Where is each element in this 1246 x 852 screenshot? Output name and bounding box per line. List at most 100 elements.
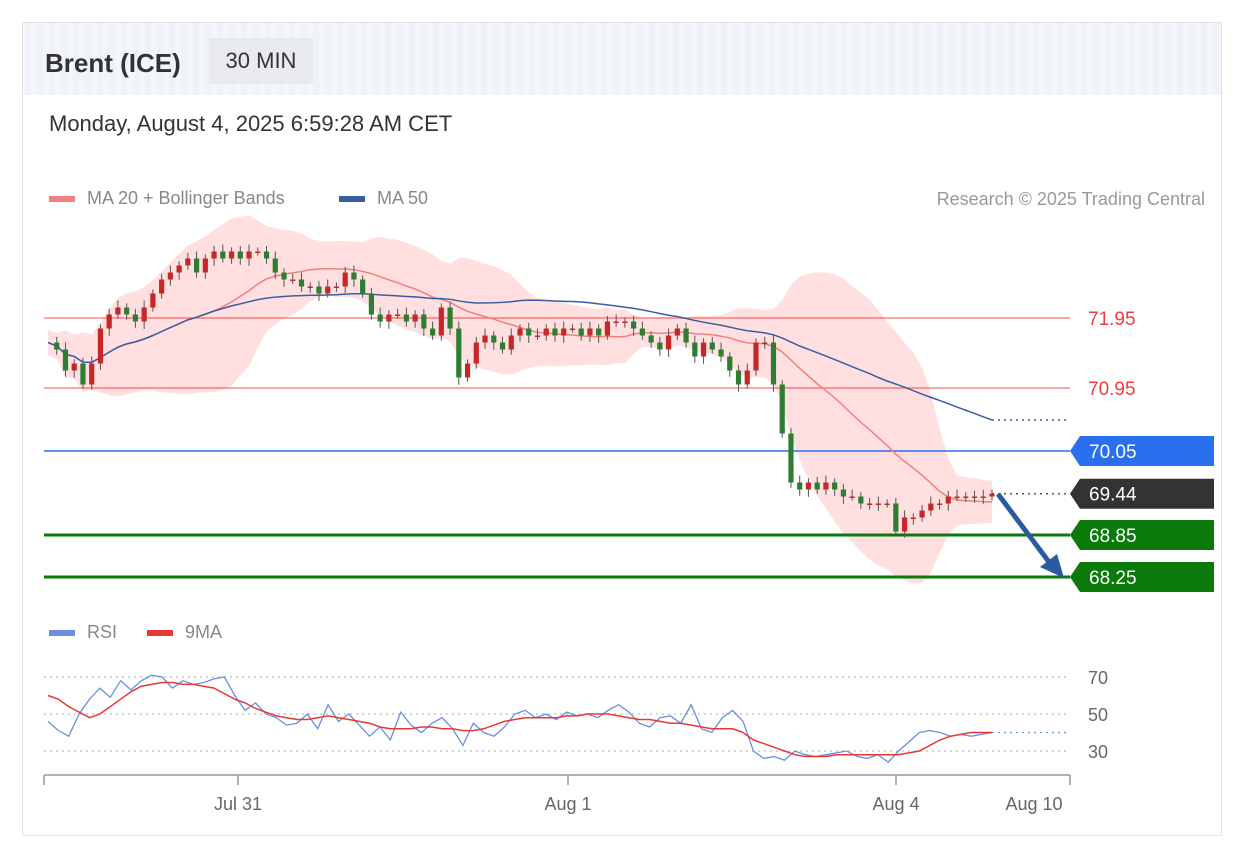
candle-body	[867, 503, 873, 505]
candle-body	[403, 314, 409, 322]
candle-body	[438, 307, 444, 336]
candle-body	[499, 342, 506, 350]
candle-body	[150, 293, 156, 308]
candle-body	[814, 482, 820, 490]
candle-body	[526, 328, 532, 336]
candle-body	[779, 384, 785, 434]
candle-body	[71, 363, 77, 371]
candle-body	[395, 314, 401, 316]
candle-body	[639, 328, 645, 336]
candle-body	[788, 433, 794, 483]
candle-body	[893, 503, 899, 532]
candle-body	[325, 286, 331, 294]
rsi-level-label: 30	[1088, 742, 1108, 762]
candle-body	[473, 342, 479, 364]
candle-body	[665, 335, 672, 350]
candle-body	[228, 251, 235, 259]
candle-body	[963, 496, 969, 498]
candle-body	[604, 321, 611, 336]
candle-body	[919, 510, 925, 518]
x-tick-label: Aug 10	[1005, 794, 1062, 814]
candle-body	[587, 328, 593, 336]
candle-body	[718, 349, 724, 357]
candle-body	[622, 321, 628, 323]
rsi-level-label: 70	[1088, 668, 1108, 688]
candle-body	[832, 482, 838, 490]
candle-body	[561, 328, 567, 336]
candle-body	[281, 272, 287, 280]
candle-body	[89, 363, 95, 385]
candle-body	[307, 286, 313, 288]
candle-body	[735, 370, 742, 385]
candle-body	[928, 503, 934, 511]
candle-body	[159, 279, 165, 294]
candle-body	[727, 356, 733, 371]
candle-body	[298, 279, 305, 287]
candle-body	[412, 314, 418, 322]
candle-body	[840, 489, 847, 497]
candle-body	[884, 503, 890, 505]
candle-body	[386, 314, 392, 322]
candle-body	[185, 258, 191, 266]
candle-body	[849, 496, 855, 498]
x-tick-label: Aug 1	[544, 794, 591, 814]
forecast-arrow	[996, 492, 1054, 568]
candle-body	[202, 258, 208, 273]
candle-body	[54, 342, 60, 350]
candle-body	[910, 517, 916, 519]
candle-body	[255, 251, 261, 253]
candle-body	[683, 328, 689, 343]
candle-body	[552, 328, 558, 336]
candle-body	[316, 286, 322, 294]
candle-body	[447, 307, 453, 329]
x-axis: Jul 31 Aug 1 Aug 4 Aug 10	[43, 774, 1071, 814]
candle-body	[263, 251, 270, 259]
candle-body	[762, 342, 768, 344]
candle-body	[508, 335, 514, 350]
candle-body	[360, 279, 366, 294]
candle-body	[132, 314, 139, 322]
rsi-level-label: 50	[1088, 705, 1108, 725]
pivot-tag-label: 70.05	[1089, 442, 1137, 463]
candle-body	[971, 496, 978, 498]
candle-body	[211, 251, 217, 259]
candle-body	[141, 307, 147, 322]
x-tick-label: Aug 4	[872, 794, 919, 814]
candle-body	[700, 342, 707, 357]
candle-body	[368, 293, 375, 315]
candle-body	[429, 328, 436, 336]
candle-body	[674, 328, 680, 336]
support-tag-label: 68.85	[1089, 526, 1137, 547]
candle-body	[491, 335, 497, 343]
candle-body	[805, 482, 812, 490]
resistance-label: 70.95	[1088, 379, 1136, 400]
candle-body	[167, 272, 173, 280]
candle-body	[377, 314, 383, 322]
candle-body	[631, 321, 637, 329]
candle-body	[456, 328, 462, 378]
candle-body	[613, 321, 619, 323]
candle-body	[989, 493, 995, 497]
candle-body	[482, 335, 488, 343]
candle-body	[517, 328, 523, 336]
rsi-ma-line	[47, 681, 992, 758]
price-chart-svg: 71.95 70.95 70.05 69.44 68.85 68.25 70 50 30 Jul …	[43, 215, 1214, 814]
resistance-label: 71.95	[1088, 309, 1136, 330]
candle-body	[97, 328, 104, 364]
candle-body	[342, 272, 348, 287]
candle-body	[657, 342, 663, 350]
candle-body	[220, 251, 226, 259]
candle-body	[351, 272, 357, 280]
bollinger-band	[48, 215, 992, 584]
candle-body	[936, 503, 943, 505]
support-tag-label: 68.25	[1089, 568, 1137, 589]
candle-body	[62, 349, 69, 371]
candle-body	[80, 363, 86, 385]
candle-body	[945, 496, 951, 504]
candle-body	[176, 265, 182, 273]
candle-body	[290, 279, 296, 281]
candle-body	[543, 328, 549, 336]
candle-body	[569, 328, 576, 330]
candle-body	[106, 314, 112, 329]
candle-body	[193, 258, 200, 273]
